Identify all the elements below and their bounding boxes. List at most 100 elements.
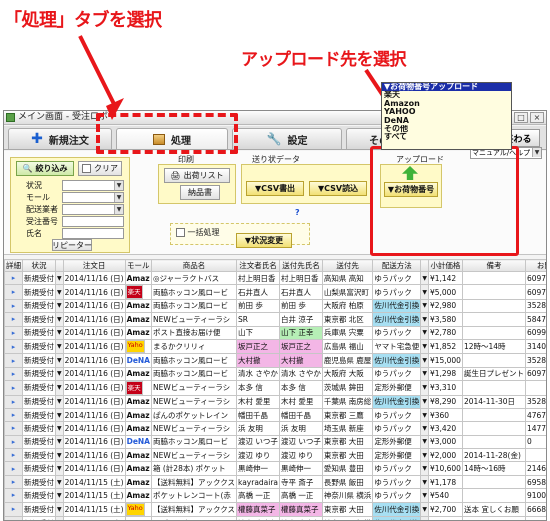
product-cell[interactable]: 両脇ホッコン風ロービ [151,298,237,314]
method-cell[interactable]: ゆうパック [372,366,422,382]
inquiry-cell[interactable] [524,448,546,463]
method-dropdown[interactable]: ▼ [420,394,429,409]
clear-button[interactable]: クリア [78,161,122,176]
method-dropdown[interactable]: ▼ [420,488,429,503]
date-cell[interactable]: 2014/11/15 (土) [62,516,126,520]
maximize-button[interactable]: □ [514,112,528,123]
inquiry-cell[interactable]: 695826745800 [524,474,546,490]
upload-option[interactable]: その他 [382,125,511,133]
subtotal-cell[interactable]: ¥10,600 [427,461,463,476]
subtotal-cell[interactable]: ¥15,000 [427,353,463,368]
carrier-select[interactable]: ▼ [62,204,124,215]
method-cell[interactable]: ゆうパック [372,488,422,503]
orderer-cell[interactable]: 大村撤 [235,353,281,368]
method-dropdown[interactable]: ▼ [420,353,429,368]
mall-cell[interactable]: Yaho [125,502,145,517]
date-cell[interactable]: 2014/11/15 (土) [62,501,126,518]
subtotal-cell[interactable]: ¥8,290 [427,394,463,409]
method-cell[interactable]: 佐川代金引換 [372,312,422,327]
status-cell[interactable]: 新規受付 [22,501,56,518]
destination-cell[interactable]: 長野県 飯田 [321,474,374,490]
mall-cell[interactable]: Amaz [124,474,153,490]
subtotal-cell[interactable]: ¥1,142 [427,270,463,286]
date-cell[interactable]: 2014/11/16 (日) [62,407,126,423]
row-expand-icon[interactable]: ▸ [4,488,23,503]
subtotal-cell[interactable]: ¥1,178 [427,474,463,490]
status-select[interactable]: ▼ [62,180,124,191]
product-cell[interactable]: NEWビューティーラシ [151,312,237,327]
method-cell[interactable]: ゆうパック [372,325,422,340]
product-cell[interactable]: 箱 (計28本) ポケット [151,461,237,476]
destination-cell[interactable]: 広島県 福山 [321,338,374,355]
status-dropdown[interactable]: ▼ [55,474,64,490]
grid-header-5[interactable]: 商品名 [151,259,237,272]
table-row[interactable]: ▸ 新規受付 ▼ 2014/11/16 (日) Amaz 箱 (計28本) ポケット 黒崎伸… [4,461,546,476]
method-cell[interactable]: 佐川代金引換 [372,501,422,518]
method-dropdown[interactable]: ▼ [420,325,429,340]
bulk-checkbox[interactable] [176,228,185,237]
recipient-cell[interactable]: 石井直人 [279,284,323,300]
grid-header-13[interactable]: お問合番号 [524,259,546,272]
subtotal-cell[interactable]: ¥360 [427,407,463,423]
table-row[interactable]: ▸ 新規受付 ▼ 2014/11/16 (日) Amaz 両脇ホッコン風ロービ 前田 歩前田… [4,298,546,314]
method-cell[interactable]: ゆうパック [372,407,422,423]
status-cell[interactable]: 新規受付 [22,270,56,286]
destination-cell[interactable]: 埼玉県 新座 [321,421,374,436]
mall-cell[interactable]: Amaz [124,366,153,382]
product-cell[interactable]: ぱんのポケットレイン [151,407,237,423]
row-expand-icon[interactable]: ▸ [4,325,23,340]
method-cell[interactable]: 定形外郵便 [372,380,422,396]
method-cell[interactable]: ゆうパック [372,474,422,490]
date-cell[interactable]: 2014/11/16 (日) [62,353,126,368]
status-dropdown[interactable]: ▼ [55,325,64,340]
method-cell[interactable]: 佐川代金引換 [372,394,422,409]
row-expand-icon[interactable]: ▸ [4,298,23,314]
note-cell[interactable] [461,312,526,327]
orderer-cell[interactable]: 坂戸正之 [235,338,281,355]
status-cell[interactable]: 新規受付 [22,407,56,423]
orderer-cell[interactable]: 浜 友明 [235,421,281,436]
grid-header-6[interactable]: 注文者氏名 [235,259,281,272]
mall-cell[interactable]: Amaz [124,394,153,409]
recipient-cell[interactable]: 渡辺 ゆり [279,448,323,463]
repeater-button[interactable]: リピーター [52,239,92,251]
mall-cell[interactable]: Amaz [124,312,153,327]
method-cell[interactable]: 佐川代金引換 [372,298,422,314]
method-cell[interactable]: 定形外郵便 [372,448,422,463]
inquiry-cell[interactable] [524,380,546,396]
method-dropdown[interactable]: ▼ [420,380,429,396]
mall-cell[interactable]: Amaz [124,488,153,503]
date-cell[interactable]: 2014/11/16 (日) [62,270,126,286]
upload-option[interactable]: Amazon [382,100,511,108]
subtotal-cell[interactable]: ¥5,000 [427,284,463,300]
date-cell[interactable]: 2014/11/16 (日) [62,338,126,355]
orderer-cell[interactable]: 石井直人 [235,284,281,300]
status-cell[interactable]: 新規受付 [22,488,56,503]
delivery-note-button[interactable]: 納品書 [180,185,220,200]
status-dropdown[interactable]: ▼ [55,448,64,463]
destination-cell[interactable]: 東京都 三鷹 [321,407,374,423]
note-cell[interactable] [461,516,526,520]
date-cell[interactable]: 2014/11/16 (日) [62,298,126,314]
row-expand-icon[interactable]: ▸ [4,434,23,450]
table-row[interactable]: ▸ 新規受付 ▼ 2014/11/16 (日) 楽天 両脇ホッコン風ロービ 石井直人 石井直人… [4,284,546,300]
mall-cell[interactable]: Amaz [124,407,153,423]
status-cell[interactable]: 新規受付 [22,461,56,476]
row-expand-icon[interactable]: ▸ [4,353,23,368]
table-row[interactable]: ▸ 新規受付 ▼ 2014/11/16 (日) Amaz ぱんのポケットレイン 幡田千晶 幡田… [4,407,546,423]
method-dropdown[interactable]: ▼ [420,298,429,314]
grid-header-12[interactable]: 備考 [461,259,526,272]
product-cell[interactable]: 両脇ホッコン風ロービ [151,284,237,300]
orderer-cell[interactable]: kayradaira [235,474,281,490]
status-cell[interactable]: 新規受付 [22,394,56,409]
name-input[interactable] [62,228,124,239]
note-cell[interactable]: 12時〜14時 [461,338,526,355]
mall-cell[interactable]: Amaz [124,270,153,286]
date-cell[interactable]: 2014/11/16 (日) [62,380,126,396]
inquiry-cell[interactable]: 609726769071 [524,270,546,286]
status-dropdown[interactable]: ▼ [55,284,64,300]
method-cell[interactable]: 定形外郵便 [372,434,422,450]
mall-cell[interactable]: Amaz [124,461,153,476]
status-cell[interactable]: 新規受付 [22,516,56,520]
status-cell[interactable]: 新規受付 [22,284,56,300]
